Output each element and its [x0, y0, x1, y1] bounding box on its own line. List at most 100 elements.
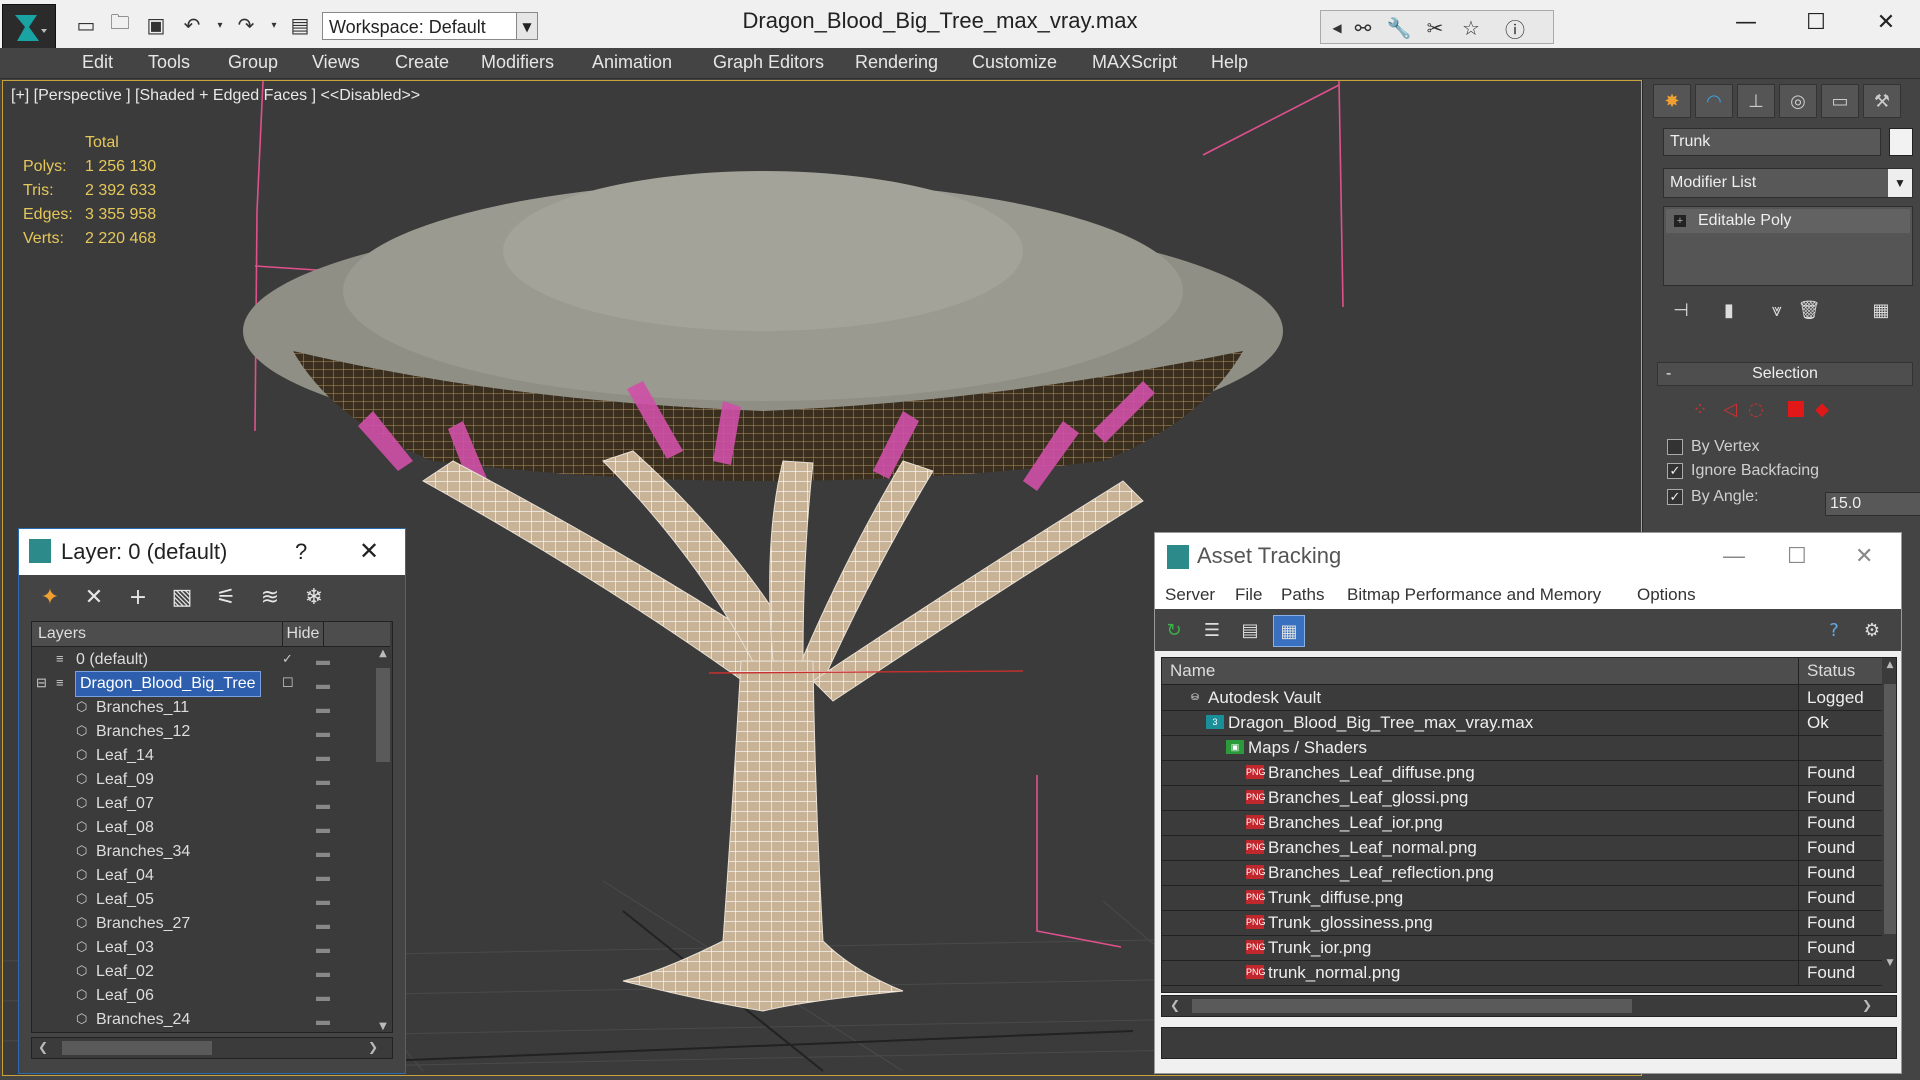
utilities-tab-icon[interactable]: ⚒ [1863, 84, 1901, 118]
tree-view-icon[interactable]: ▤ [1235, 615, 1265, 645]
scroll-left-icon[interactable]: ❮ [38, 1040, 48, 1054]
modifier-list-dropdown[interactable]: Modifier List ▼ [1663, 168, 1913, 198]
hide-all-icon[interactable]: ≋ [251, 579, 289, 615]
element-mode-icon[interactable]: ◆ [1809, 396, 1835, 422]
app-menu-button[interactable] [2, 4, 56, 54]
vertical-scrollbar[interactable]: ▲ ▼ [376, 648, 390, 1032]
hide-toggle[interactable]: ▬ [316, 648, 336, 672]
border-mode-icon[interactable]: ◌ [1743, 396, 1769, 422]
help-icon[interactable]: ⓘ [1501, 13, 1529, 43]
display-tab-icon[interactable]: ▭ [1821, 84, 1859, 118]
scrollbar-thumb[interactable] [376, 668, 390, 762]
favorites-star-icon[interactable]: ☆ [1457, 13, 1485, 43]
vertical-scrollbar[interactable]: ▲ ▼ [1884, 658, 1896, 968]
layer-dialog-titlebar[interactable]: Layer: 0 (default) ? ✕ [19, 529, 405, 575]
help-icon[interactable]: ? [1819, 615, 1849, 645]
layer-row[interactable]: ⬡ Branches_11 ▬ [32, 696, 362, 720]
motion-tab-icon[interactable]: ◎ [1779, 84, 1817, 118]
menu-help[interactable]: Help [1211, 52, 1248, 73]
communication-icon[interactable]: ✂ [1421, 13, 1449, 43]
help-button[interactable]: ? [295, 529, 307, 575]
scroll-right-icon[interactable]: ❯ [1862, 998, 1872, 1012]
hide-toggle[interactable]: ▬ [316, 744, 336, 768]
polygon-mode-icon[interactable] [1783, 396, 1809, 422]
asset-row[interactable]: PNG Trunk_ior.png Found [1162, 935, 1882, 961]
open-folder-icon[interactable]: 🗀 [106, 10, 134, 40]
undo-dropdown-icon[interactable]: ▾ [206, 10, 234, 40]
scroll-down-icon[interactable]: ▼ [376, 1021, 390, 1032]
layer-row[interactable]: ⬡ Leaf_07 ▬ [32, 792, 362, 816]
save-icon[interactable]: ▣ [142, 10, 170, 40]
scrollbar-thumb[interactable] [1192, 999, 1632, 1013]
scroll-up-icon[interactable]: ▲ [376, 648, 390, 659]
pin-stack-icon[interactable]: ⊣ [1665, 294, 1697, 326]
show-end-result-icon[interactable]: ▮ [1713, 294, 1745, 326]
layer-row[interactable]: ⬡ Leaf_08 ▬ [32, 816, 362, 840]
object-name-field[interactable]: Trunk [1663, 128, 1881, 156]
asset-row[interactable]: 3 Dragon_Blood_Big_Tree_max_vray.max Ok [1162, 710, 1882, 736]
scroll-right-icon[interactable]: ❯ [368, 1040, 378, 1054]
asset-row[interactable]: ⛁ Autodesk Vault Logged [1162, 685, 1882, 711]
layer-row[interactable]: ⬡ Branches_34 ▬ [32, 840, 362, 864]
horizontal-scrollbar[interactable]: ❮ ❯ [1161, 995, 1897, 1017]
menu-bitmap-performance[interactable]: Bitmap Performance and Memory [1347, 585, 1601, 605]
hide-toggle[interactable]: ▬ [316, 720, 336, 744]
hide-toggle[interactable]: ▬ [316, 696, 336, 720]
layer-row[interactable]: ⬡ Branches_12 ▬ [32, 720, 362, 744]
menu-options[interactable]: Options [1637, 585, 1696, 605]
redo-dropdown-icon[interactable]: ▾ [260, 10, 288, 40]
hide-toggle[interactable]: ▬ [316, 672, 336, 696]
project-folder-icon[interactable]: ▤ [286, 10, 314, 40]
ignore-backfacing-option[interactable]: ✓ Ignore Backfacing [1667, 462, 1819, 480]
column-status[interactable]: Status [1798, 658, 1855, 684]
hide-toggle[interactable]: ▬ [316, 912, 336, 936]
edge-mode-icon[interactable]: ◁ [1717, 396, 1743, 422]
angle-spinner[interactable]: 15.0 [1825, 492, 1920, 516]
menu-edit[interactable]: Edit [82, 52, 113, 73]
hierarchy-tab-icon[interactable]: ⊥ [1737, 84, 1775, 118]
column-name[interactable]: Name [1170, 661, 1215, 681]
object-color-swatch[interactable] [1889, 128, 1913, 156]
asset-row[interactable]: PNG Trunk_diffuse.png Found [1162, 885, 1882, 911]
remove-modifier-icon[interactable]: 🗑 [1793, 294, 1825, 326]
select-objects-icon[interactable]: ▧ [163, 579, 201, 615]
stack-item-editable-poly[interactable]: + Editable Poly [1666, 209, 1910, 233]
highlight-layer-icon[interactable]: ⚟ [207, 579, 245, 615]
layer-row[interactable]: ⊟ ≡ Dragon_Blood_Big_Tree ☐ ▬ [32, 671, 362, 697]
table-view-icon[interactable]: ▦ [1273, 615, 1305, 647]
menu-tools[interactable]: Tools [148, 52, 190, 73]
asset-row[interactable]: PNG Branches_Leaf_glossi.png Found [1162, 785, 1882, 811]
layer-row[interactable]: ⬡ Leaf_05 ▬ [32, 888, 362, 912]
hide-toggle[interactable]: ▬ [316, 792, 336, 816]
hide-toggle[interactable]: ▬ [316, 768, 336, 792]
vertex-mode-icon[interactable]: ⁘ [1687, 396, 1713, 422]
asset-row[interactable]: PNG trunk_normal.png Found [1162, 960, 1882, 986]
layer-row[interactable]: ⬡ Leaf_14 ▬ [32, 744, 362, 768]
menu-rendering[interactable]: Rendering [855, 52, 938, 73]
menu-server[interactable]: Server [1165, 585, 1215, 605]
scrollbar-thumb[interactable] [1884, 684, 1896, 934]
workspace-selector[interactable]: Workspace: Default ▼ [322, 12, 536, 40]
list-view-icon[interactable]: ☰ [1197, 615, 1227, 645]
layer-row[interactable]: ⬡ Branches_24 ▬ [32, 1008, 362, 1032]
create-layer-icon[interactable]: ✦ [31, 579, 69, 615]
column-hide[interactable]: Hide [282, 622, 324, 646]
by-angle-checkbox[interactable]: ✓ [1667, 489, 1683, 505]
close-icon[interactable]: ✕ [359, 529, 379, 575]
asset-row[interactable]: ▣ Maps / Shaders [1162, 735, 1882, 761]
hide-toggle[interactable]: ▬ [316, 864, 336, 888]
make-unique-icon[interactable]: ⩔ [1761, 294, 1793, 326]
redo-icon[interactable]: ↷ [232, 10, 260, 40]
refresh-icon[interactable]: ↻ [1159, 615, 1189, 645]
set-current-layer-icon[interactable]: ☐ [282, 676, 296, 690]
close-button[interactable]: ✕ [1856, 8, 1916, 38]
menu-paths[interactable]: Paths [1281, 585, 1324, 605]
layer-row[interactable]: ⬡ Leaf_04 ▬ [32, 864, 362, 888]
scrollbar-thumb[interactable] [62, 1041, 212, 1055]
menu-graph-editors[interactable]: Graph Editors [713, 52, 824, 73]
close-icon[interactable]: ✕ [1855, 533, 1873, 579]
asset-row[interactable]: PNG Branches_Leaf_normal.png Found [1162, 835, 1882, 861]
expand-icon[interactable]: + [1674, 215, 1686, 227]
asset-dialog-titlebar[interactable]: Asset Tracking — ☐ ✕ [1155, 533, 1901, 579]
menu-create[interactable]: Create [395, 52, 449, 73]
